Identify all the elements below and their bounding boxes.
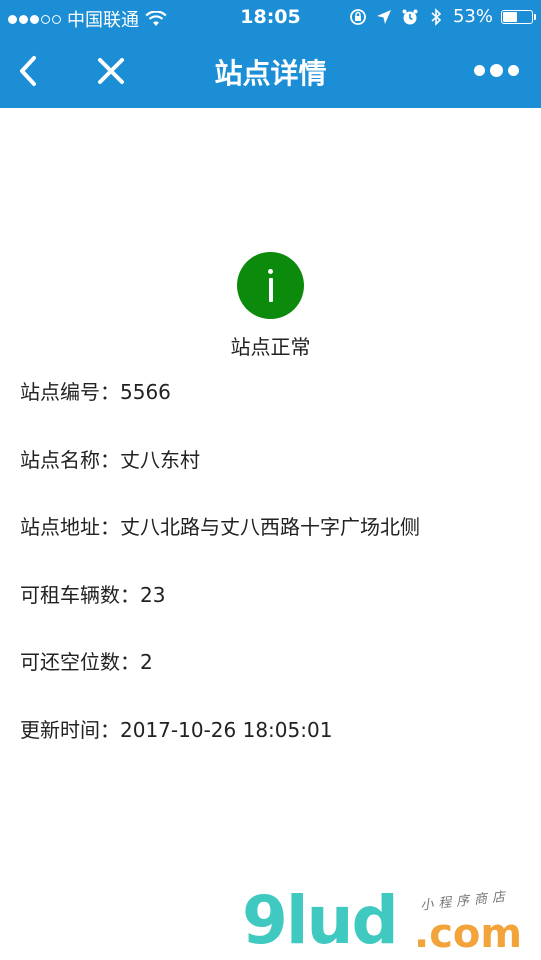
detail-label: 站点编号： — [20, 380, 120, 404]
watermark-logo: 9lud 小程序商店 .com — [242, 888, 541, 960]
detail-label: 更新时间： — [20, 717, 120, 742]
detail-value: 2017-10-26 18:05:01 — [120, 717, 333, 742]
watermark-main: 9lud — [242, 882, 399, 959]
detail-value: 5566 — [120, 380, 171, 404]
detail-value: 2 — [140, 650, 153, 674]
detail-label: 站点名称： — [20, 447, 120, 472]
battery-percentage: 53% — [452, 6, 493, 27]
detail-list: 站点编号：5566 站点名称：丈八东村 站点地址：丈八北路与丈八西路十字广场北侧… — [20, 378, 420, 783]
close-icon[interactable] — [96, 56, 126, 86]
location-arrow-icon — [376, 9, 391, 24]
detail-label: 可还空位数： — [20, 650, 140, 674]
more-dots-icon[interactable] — [474, 64, 519, 77]
info-icon — [237, 252, 304, 319]
detail-row-station-address: 站点地址：丈八北路与丈八西路十字广场北侧 — [20, 513, 420, 581]
status-text: 站点正常 — [230, 335, 311, 359]
nav-bar: 站点详情 — [0, 36, 541, 108]
detail-row-empty-slots: 可还空位数：2 — [20, 648, 420, 716]
detail-row-available-bikes: 可租车辆数：23 — [20, 581, 420, 649]
battery-icon — [501, 9, 536, 24]
status-bar: 中国联通 18:05 53% — [0, 0, 541, 36]
detail-label: 可租车辆数： — [20, 582, 140, 607]
rotation-lock-icon — [350, 8, 366, 25]
page-title: 站点详情 — [214, 57, 327, 90]
detail-row-station-name: 站点名称：丈八东村 — [20, 446, 420, 514]
detail-row-update-time: 更新时间：2017-10-26 18:05:01 — [20, 716, 420, 784]
status-right: 53% — [349, 6, 536, 27]
detail-label: 站点地址： — [20, 515, 120, 539]
top-bar: 中国联通 18:05 53% 站点详情 — [0, 0, 541, 108]
station-status: 站点正常 — [0, 252, 541, 360]
watermark-com: .com — [414, 911, 523, 957]
watermark-tagline: 小程序商店 — [419, 889, 511, 914]
detail-value: 丈八北路与丈八西路十字广场北侧 — [120, 515, 420, 539]
detail-value: 丈八东村 — [120, 447, 200, 472]
detail-value: 23 — [140, 582, 166, 607]
bluetooth-icon — [431, 7, 442, 26]
screen: 中国联通 18:05 53% 站点详情 站点正常 站点编号：5566 站点名称：… — [0, 0, 541, 960]
chevron-left-icon[interactable] — [14, 54, 42, 88]
detail-row-station-id: 站点编号：5566 — [20, 378, 420, 446]
alarm-icon — [402, 9, 418, 24]
